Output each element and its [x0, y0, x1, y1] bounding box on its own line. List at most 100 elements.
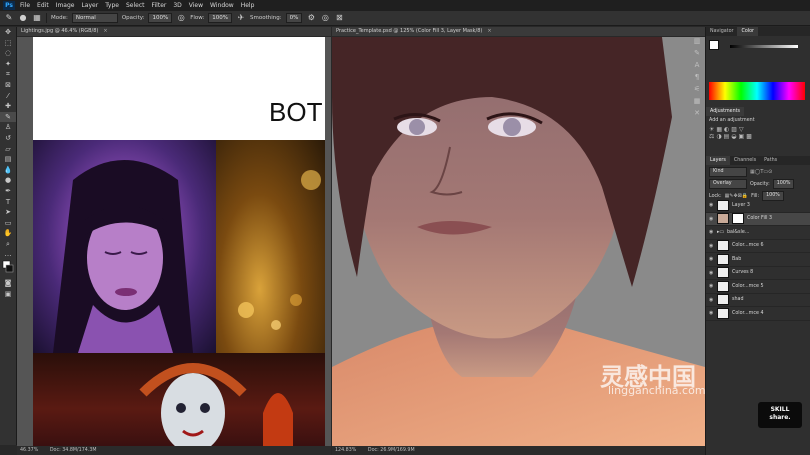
type-icon[interactable]: T — [0, 197, 16, 208]
menu-filter[interactable]: Filter — [152, 2, 167, 9]
tab-color[interactable]: Color — [737, 27, 759, 36]
close-icon[interactable]: × — [487, 28, 491, 34]
fill-field[interactable]: 100% — [762, 191, 784, 201]
brush-settings-icon[interactable]: ▦ — [32, 13, 42, 23]
left-zoom-level[interactable]: 46.37% — [20, 448, 38, 453]
symmetry-icon[interactable]: ⊠ — [334, 13, 344, 23]
hand-icon[interactable]: ✋ — [0, 228, 16, 239]
color-spectrum[interactable] — [709, 82, 805, 100]
left-doc-tab[interactable]: Lightings.jpg @ 46.4% (RGB/8) × — [17, 27, 331, 36]
zoom-icon[interactable]: ⌕ — [0, 239, 16, 250]
menu-type[interactable]: Type — [105, 2, 119, 9]
lasso-icon[interactable]: ◌ — [0, 48, 16, 59]
tab-channels[interactable]: Channels — [730, 156, 760, 165]
layer-filter-kind[interactable]: Kind — [709, 167, 747, 177]
layer-row[interactable]: ◉ Color...mce 4 — [706, 307, 810, 321]
right-zoom-level[interactable]: 124.83% — [335, 448, 356, 453]
left-canvas[interactable]: BOT — [17, 37, 331, 446]
brush-icon[interactable]: ✎ — [0, 111, 16, 123]
eyedropper-icon[interactable]: ⁄ — [0, 91, 16, 102]
move-icon[interactable]: ✥ — [0, 27, 16, 38]
menu-3d[interactable]: 3D — [173, 2, 181, 9]
layer-row[interactable]: ◉ Bab — [706, 253, 810, 267]
right-doc-tab[interactable]: Practice_Template.psd @ 125% (Color Fill… — [332, 27, 705, 36]
menu-view[interactable]: View — [189, 2, 203, 9]
menu-select[interactable]: Select — [126, 2, 145, 9]
pressure-size-icon[interactable]: ◎ — [320, 13, 330, 23]
eye-icon[interactable]: ◉ — [709, 202, 714, 208]
eye-icon[interactable]: ◉ — [709, 243, 714, 249]
brush-panel-icon[interactable]: ✎ — [690, 47, 704, 59]
blend-mode-select[interactable]: Overlay — [709, 179, 747, 189]
lock-label: Lock: — [709, 193, 722, 199]
menu-window[interactable]: Window — [210, 2, 234, 9]
menu-image[interactable]: Image — [56, 2, 75, 9]
smoothing-gear-icon[interactable]: ⚙ — [306, 13, 316, 23]
menu-file[interactable]: File — [20, 2, 30, 9]
dodge-icon[interactable]: ● — [0, 175, 16, 186]
flow-field[interactable]: 100% — [208, 13, 233, 23]
layer-row[interactable]: ◉ Layer 3 — [706, 199, 810, 213]
brush-tool-icon[interactable]: ✎ — [4, 13, 14, 23]
eye-icon[interactable]: ◉ — [709, 297, 714, 303]
eye-icon[interactable]: ◉ — [709, 256, 714, 262]
frame-icon[interactable]: ⊠ — [0, 80, 16, 91]
marquee-icon[interactable]: ⬚ — [0, 38, 16, 49]
stamp-icon[interactable]: ♙ — [0, 122, 16, 133]
character-icon[interactable]: A — [690, 59, 704, 71]
properties-icon[interactable]: ⚟ — [690, 83, 704, 95]
layer-opacity-field[interactable]: 100% — [772, 179, 795, 189]
paragraph-icon[interactable]: ¶ — [690, 71, 704, 83]
eye-icon[interactable]: ◉ — [709, 229, 714, 235]
lock-icons[interactable]: ▦✎✥⊠🔒 — [725, 193, 749, 199]
menu-edit[interactable]: Edit — [37, 2, 49, 9]
history-icon[interactable]: ▥ — [690, 35, 704, 47]
eye-icon[interactable]: ◉ — [709, 216, 714, 222]
eye-icon[interactable]: ◉ — [709, 310, 714, 316]
adjustment-icons[interactable]: ☀▦◐▨▽ — [709, 126, 808, 133]
screen-mode-icon[interactable]: ▣ — [0, 289, 16, 300]
foreground-swatch[interactable] — [709, 40, 719, 50]
quick-mask-icon[interactable]: ◙ — [0, 278, 16, 289]
mode-select[interactable]: Normal — [71, 13, 118, 23]
filter-icons[interactable]: ▦◯T▭⊙ — [750, 169, 772, 175]
blur-icon[interactable]: 💧 — [0, 165, 16, 176]
opacity-field[interactable]: 100% — [148, 13, 173, 23]
adjustment-icons-row2[interactable]: ⚖◑▤◒▣▩ — [709, 133, 808, 140]
eye-icon[interactable]: ◉ — [709, 283, 714, 289]
adjustments-title[interactable]: Adjustments — [706, 107, 745, 116]
layer-row[interactable]: ◉ Color...mce 6 — [706, 240, 810, 253]
actions-icon[interactable]: ✕ — [690, 107, 704, 119]
brightness-slider[interactable] — [730, 45, 798, 48]
tab-navigator[interactable]: Navigator — [706, 27, 737, 36]
brush-preset-icon[interactable]: ● — [18, 13, 28, 23]
shape-icon[interactable]: ▭ — [0, 218, 16, 229]
menu-layer[interactable]: Layer — [81, 2, 98, 9]
path-select-icon[interactable]: ➤ — [0, 207, 16, 218]
layer-row[interactable]: ◉ Color...mce 5 — [706, 280, 810, 294]
color-swatch-icon[interactable] — [0, 260, 16, 278]
crop-icon[interactable]: ⌗ — [0, 69, 16, 80]
layer-row[interactable]: ◉ Curves 8 — [706, 267, 810, 280]
layer-row[interactable]: ◉ shad — [706, 294, 810, 307]
healing-icon[interactable]: ✚ — [0, 101, 16, 112]
airbrush-icon[interactable]: ✈ — [236, 13, 246, 23]
eraser-icon[interactable]: ▱ — [0, 144, 16, 155]
quick-select-icon[interactable]: ✦ — [0, 59, 16, 70]
swatches-icon[interactable]: ▦ — [690, 95, 704, 107]
gradient-icon[interactable]: ▤ — [0, 154, 16, 165]
adjustments-header: Adjustments — [706, 107, 810, 116]
layer-row[interactable]: ◉ ▸▭ bal&sle... — [706, 226, 810, 240]
history-brush-icon[interactable]: ↺ — [0, 133, 16, 144]
menu-help[interactable]: Help — [241, 2, 255, 9]
eye-icon[interactable]: ◉ — [709, 270, 714, 276]
pressure-opacity-icon[interactable]: ◎ — [176, 13, 186, 23]
tab-paths[interactable]: Paths — [760, 156, 781, 165]
pen-icon[interactable]: ✒ — [0, 186, 16, 197]
skillshare-badge: SKILL share. — [758, 402, 802, 428]
layer-row[interactable]: ◉ Color Fill 3 — [706, 212, 810, 226]
smoothing-field[interactable]: 0% — [285, 13, 303, 23]
more-icon[interactable]: … — [0, 249, 16, 260]
close-icon[interactable]: × — [103, 28, 107, 34]
tab-layers[interactable]: Layers — [706, 156, 730, 165]
